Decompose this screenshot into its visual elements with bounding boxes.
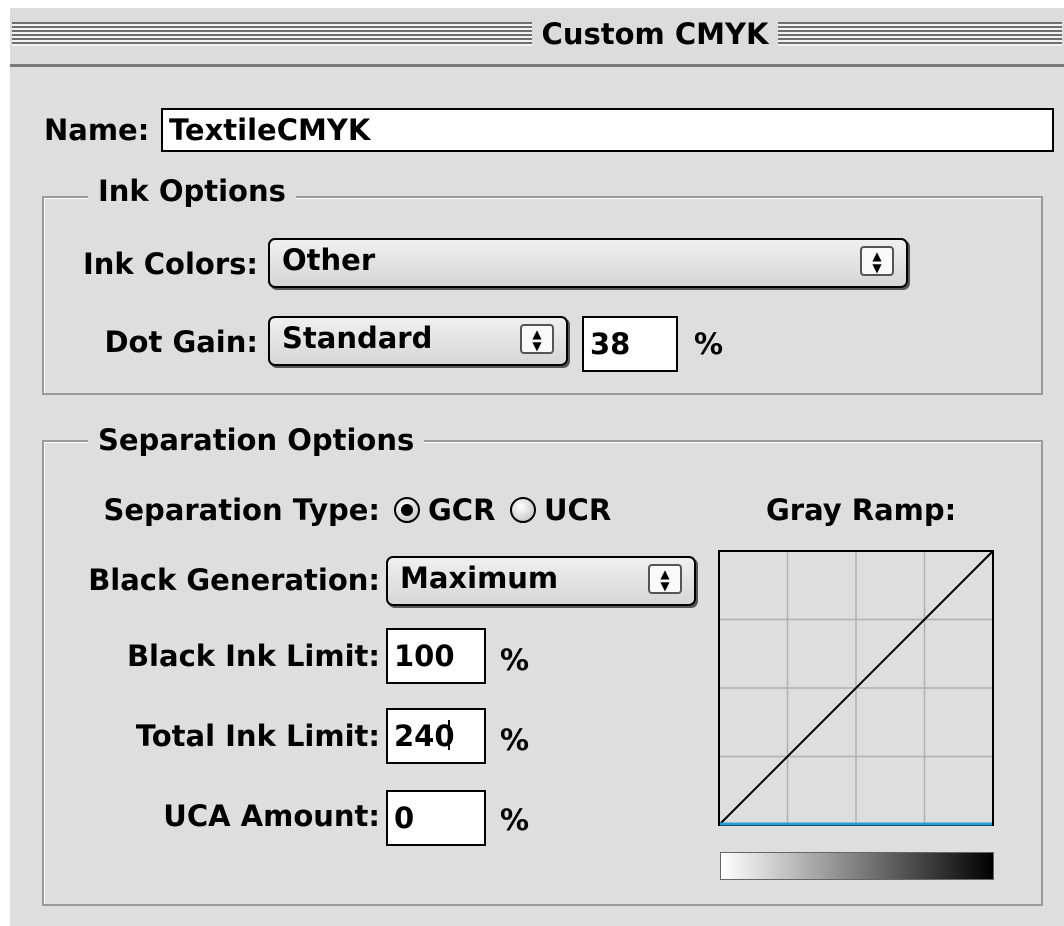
separation-type-label: Separation Type:	[103, 493, 381, 527]
uca-amount-label: UCA Amount:	[163, 799, 380, 833]
ucr-radio[interactable]	[510, 497, 536, 523]
dot-gain-unit: %	[694, 327, 724, 361]
title-bar-stripes-right	[778, 22, 1062, 46]
ucr-radio-label[interactable]: UCR	[544, 492, 611, 528]
ink-colors-value: Other	[282, 243, 376, 277]
uca-amount-input[interactable]: 0	[386, 790, 486, 846]
gcr-radio-label[interactable]: GCR	[428, 492, 495, 528]
black-ink-limit-unit: %	[500, 643, 530, 677]
uca-amount-unit: %	[500, 803, 530, 837]
black-generation-label: Black Generation:	[88, 563, 380, 597]
total-ink-limit-label: Total Ink Limit:	[135, 719, 380, 753]
total-ink-limit-input[interactable]: 240	[386, 708, 486, 764]
ink-options-legend: Ink Options	[88, 173, 296, 209]
ink-colors-label: Ink Colors:	[82, 247, 258, 281]
custom-cmyk-dialog: Custom CMYK Name: TextileCMYK Ink Option…	[10, 8, 1064, 926]
name-input[interactable]: TextileCMYK	[161, 108, 1054, 152]
total-ink-limit-unit: %	[500, 723, 530, 757]
black-generation-value: Maximum	[400, 561, 559, 595]
title-bar-stripes-left	[12, 22, 532, 46]
up-down-arrows-icon: ▲ ▼	[860, 246, 894, 276]
black-ink-limit-label: Black Ink Limit:	[126, 639, 380, 673]
black-generation-popup[interactable]: Maximum ▲ ▼	[386, 556, 696, 606]
gray-ramp-gradient-bar	[720, 852, 994, 880]
window-title: Custom CMYK	[532, 16, 778, 52]
gray-ramp-graph	[718, 550, 994, 826]
name-label: Name:	[44, 113, 150, 147]
dot-gain-amount-input[interactable]: 38	[582, 316, 678, 372]
separation-options-legend: Separation Options	[88, 422, 425, 458]
ink-colors-popup[interactable]: Other ▲ ▼	[268, 238, 908, 288]
gcr-radio[interactable]	[394, 497, 420, 523]
gray-ramp-label: Gray Ramp:	[766, 493, 957, 527]
dot-gain-popup[interactable]: Standard ▲ ▼	[268, 316, 568, 366]
dot-gain-label: Dot Gain:	[104, 325, 258, 359]
title-bar[interactable]: Custom CMYK	[10, 8, 1064, 67]
black-ink-limit-input[interactable]: 100	[386, 628, 486, 684]
text-cursor	[448, 720, 450, 750]
dot-gain-value: Standard	[282, 321, 433, 355]
up-down-arrows-icon: ▲ ▼	[648, 564, 682, 594]
up-down-arrows-icon: ▲ ▼	[520, 324, 554, 354]
